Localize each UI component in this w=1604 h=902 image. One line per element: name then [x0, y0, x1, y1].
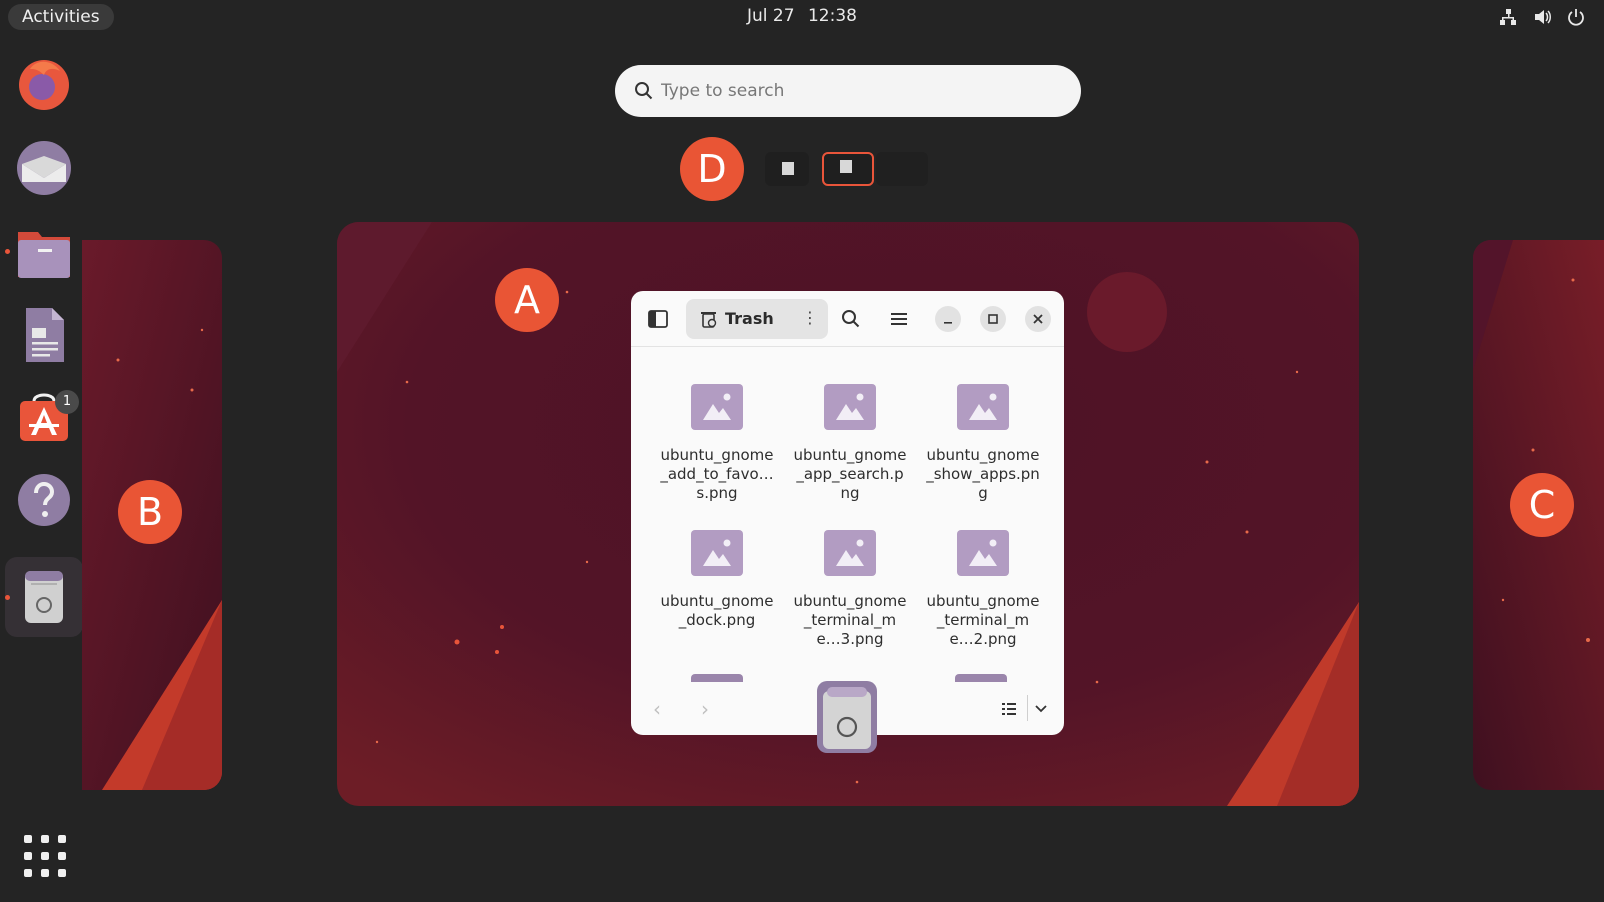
file-item[interactable]: ubuntu_gnome_dock.png: [659, 530, 775, 630]
maximize-icon: [988, 314, 998, 324]
clock-date: Jul 27: [747, 6, 795, 26]
search-bar[interactable]: [615, 65, 1081, 117]
image-file-icon: [691, 530, 743, 576]
search-input[interactable]: [661, 77, 1051, 105]
workspace-thumbnail-1[interactable]: [765, 152, 809, 186]
file-name: ubuntu_gnome_terminal_me…3.png: [793, 592, 907, 648]
workspace-thumbnail-2[interactable]: [822, 152, 874, 186]
files-window[interactable]: Trash ⋮ ubuntu_gnome_add_to_favo… s.png …: [631, 291, 1064, 735]
dock-firefox[interactable]: [14, 53, 74, 113]
file-item[interactable]: ubuntu_gnome_show_apps.png: [925, 384, 1041, 503]
firefox-icon: [19, 60, 69, 110]
image-file-icon: [957, 384, 1009, 430]
clock-time: 12:38: [807, 6, 857, 26]
window-headerbar: Trash ⋮: [631, 291, 1064, 347]
file-name: ubuntu_gnome_app_search.png: [793, 446, 907, 502]
image-file-icon: [824, 384, 876, 430]
chevron-down-icon[interactable]: [1034, 703, 1048, 715]
thunderbird-icon: [17, 141, 71, 195]
top-bar: Activities Jul 27 12:38: [0, 0, 1604, 34]
main-menu-button[interactable]: [883, 303, 915, 335]
running-indicator: [5, 249, 10, 254]
sidebar-toggle-button[interactable]: [642, 303, 674, 335]
close-button[interactable]: [1025, 306, 1051, 332]
image-file-icon: [957, 530, 1009, 576]
file-name: ubuntu_gnome_dock.png: [660, 592, 774, 629]
network-icon: [1500, 9, 1516, 25]
system-tray[interactable]: [1498, 7, 1586, 27]
dock-help[interactable]: [14, 470, 74, 530]
mini-window: [782, 162, 794, 175]
location-title: Trash: [725, 309, 774, 328]
callout-c: C: [1510, 473, 1574, 537]
image-file-icon: [824, 530, 876, 576]
minimize-icon: [944, 322, 952, 324]
divider: [1027, 695, 1028, 721]
close-icon: [1033, 314, 1043, 324]
file-name: ubuntu_gnome_show_apps.png: [926, 446, 1040, 502]
update-badge: 1: [55, 390, 79, 414]
file-item-partial: [955, 674, 1007, 682]
forward-icon[interactable]: ›: [701, 697, 709, 721]
dock-thunderbird[interactable]: [14, 138, 74, 198]
show-apps-icon[interactable]: [24, 835, 66, 877]
callout-a: A: [495, 268, 559, 332]
dock-trash[interactable]: [14, 566, 74, 626]
trash-window-icon: [817, 681, 877, 753]
running-indicator: [5, 595, 10, 600]
callout-b: B: [118, 480, 182, 544]
file-item-partial: [691, 674, 743, 682]
trash-icon: [25, 571, 63, 623]
dock-files[interactable]: [14, 222, 74, 282]
workspace-thumbnail-3[interactable]: [876, 152, 928, 186]
sidebar-icon: [648, 310, 668, 328]
help-icon: [18, 474, 70, 526]
document-icon: [26, 308, 64, 362]
search-icon: [842, 310, 860, 328]
file-name: ubuntu_gnome_add_to_favo… s.png: [660, 446, 774, 502]
file-item[interactable]: ubuntu_gnome_add_to_favo… s.png: [659, 384, 775, 503]
power-icon: [1568, 9, 1584, 26]
trash-icon: [701, 312, 717, 328]
clock[interactable]: Jul 27 12:38: [0, 6, 1604, 26]
minimize-button[interactable]: [935, 306, 961, 332]
path-bar[interactable]: Trash ⋮: [686, 299, 828, 339]
image-file-icon: [691, 384, 743, 430]
file-name: ubuntu_gnome_terminal_me…2.png: [926, 592, 1040, 648]
search-icon: [635, 82, 653, 100]
back-icon[interactable]: ‹: [653, 697, 661, 721]
mini-window: [840, 160, 852, 173]
maximize-button[interactable]: [980, 306, 1006, 332]
hamburger-icon: [891, 313, 907, 325]
volume-icon: [1535, 10, 1551, 24]
file-item[interactable]: ubuntu_gnome_terminal_me…3.png: [792, 530, 908, 649]
callout-d: D: [680, 137, 744, 201]
file-item[interactable]: ubuntu_gnome_app_search.png: [792, 384, 908, 503]
overview-screen: Activities Jul 27 12:38 1 Type to search…: [0, 0, 1604, 902]
dock-writer[interactable]: [14, 305, 74, 365]
file-item[interactable]: ubuntu_gnome_terminal_me…2.png: [925, 530, 1041, 649]
more-options-icon[interactable]: ⋮: [802, 308, 818, 327]
search-button[interactable]: [835, 303, 867, 335]
folder-icon: [18, 232, 70, 278]
list-view-icon[interactable]: [1001, 701, 1017, 717]
